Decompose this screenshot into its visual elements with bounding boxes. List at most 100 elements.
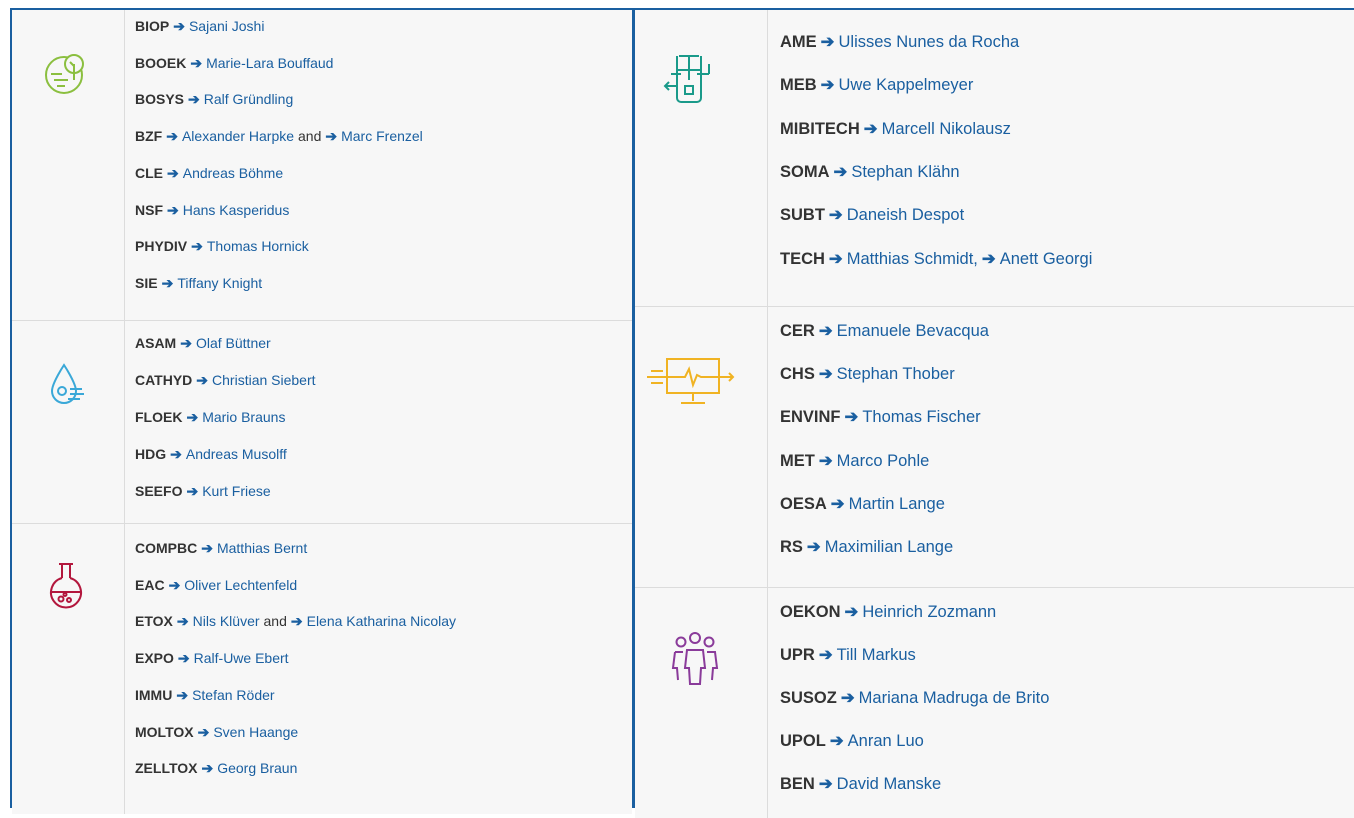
- contact-row: PHYDIV ➔ Thomas Hornick: [135, 238, 309, 255]
- contact-row: BOOEK ➔ Marie-Lara Bouffaud: [135, 55, 333, 72]
- bioreactor-icon: [663, 55, 710, 103]
- contact-link[interactable]: Kurt Friese: [202, 483, 270, 499]
- contact-link[interactable]: Stephan Klähn: [851, 163, 959, 181]
- department-code: ASAM: [135, 335, 177, 351]
- contact-link[interactable]: Thomas Hornick: [207, 238, 309, 254]
- arrow-right-icon: ➔: [863, 119, 878, 138]
- contact-row: FLOEK ➔ Mario Brauns: [135, 409, 285, 426]
- contact-link[interactable]: David Manske: [837, 775, 942, 793]
- contact-link[interactable]: Anett Georgi: [1000, 250, 1093, 268]
- arrow-right-icon: ➔: [833, 162, 848, 181]
- arrow-right-icon: ➔: [818, 646, 833, 664]
- contact-link[interactable]: Andreas Musolff: [186, 446, 287, 462]
- contact-link[interactable]: Matthias Bernt: [217, 540, 307, 556]
- contact-row: SUBT ➔ Daneish Despot: [780, 205, 964, 225]
- department-code: SOMA: [780, 162, 830, 181]
- contact-row: ZELLTOX ➔ Georg Braun: [135, 760, 297, 777]
- arrow-right-icon: ➔: [840, 689, 855, 707]
- contact-link[interactable]: Ralf Gründling: [204, 91, 294, 107]
- contact-link[interactable]: Stephan Thober: [837, 365, 955, 383]
- contact-link[interactable]: Marco Pohle: [837, 452, 930, 470]
- contact-link[interactable]: Sven Haange: [213, 724, 298, 740]
- contact-link[interactable]: Daneish Despot: [847, 206, 964, 224]
- contact-link[interactable]: Elena Katharina Nicolay: [307, 613, 456, 629]
- contact-link[interactable]: Andreas Böhme: [183, 165, 283, 181]
- group-climate: CER ➔ Emanuele Bevacqua CHS ➔ Stephan Thober E…: [635, 307, 1354, 587]
- contact-link[interactable]: Mariana Madruga de Brito: [859, 689, 1050, 707]
- arrow-right-icon: ➔: [806, 538, 821, 556]
- contact-row: ETOX ➔ Nils Klüver and ➔ Elena Katharina Nico…: [135, 613, 456, 630]
- contact-row: EAC ➔ Oliver Lechtenfeld: [135, 577, 297, 594]
- department-code: ZELLTOX: [135, 760, 198, 777]
- group-plants: BIOP ➔ Sajani Joshi BOOEK ➔ Marie-Lara Bouffa…: [12, 10, 632, 320]
- contact-link[interactable]: Alexander Harpke: [182, 128, 294, 144]
- department-code: NSF: [135, 201, 163, 218]
- contact-link[interactable]: Tiffany Knight: [177, 275, 262, 291]
- contact-link[interactable]: Nils Klüver: [193, 613, 260, 629]
- contact-link[interactable]: Thomas Fischer: [862, 408, 980, 426]
- department-code: SUSOZ: [780, 689, 837, 707]
- contact-row: AME ➔ Ulisses Nunes da Rocha: [780, 32, 1019, 52]
- contact-link[interactable]: Georg Braun: [217, 760, 297, 776]
- arrow-right-icon: ➔: [844, 603, 859, 621]
- contact-link[interactable]: Marie-Lara Bouffaud: [206, 55, 333, 71]
- arrow-right-icon: ➔: [844, 408, 859, 427]
- department-code: RS: [780, 538, 803, 556]
- arrow-right-icon: ➔: [177, 650, 190, 667]
- contact-link[interactable]: Martin Lange: [849, 495, 945, 513]
- arrow-right-icon: ➔: [818, 775, 833, 793]
- department-code: BEN: [780, 775, 815, 793]
- people-group-icon: [671, 632, 719, 685]
- contact-row: NSF ➔ Hans Kasperidus: [135, 202, 289, 219]
- department-code: SEEFO: [135, 483, 183, 499]
- contact-link[interactable]: Stefan Röder: [192, 687, 275, 703]
- department-code: UPR: [780, 646, 815, 664]
- arrow-right-icon: ➔: [830, 494, 845, 513]
- contact-link[interactable]: Hans Kasperidus: [183, 202, 290, 218]
- arrow-right-icon: ➔: [191, 238, 203, 255]
- department-code: UPOL: [780, 732, 826, 750]
- contact-row: MIBITECH ➔ Marcell Nikolausz: [780, 119, 1011, 139]
- arrow-right-icon: ➔: [167, 201, 179, 218]
- contact-link[interactable]: Heinrich Zozmann: [862, 603, 996, 621]
- group-content-cell: ASAM ➔ Olaf Büttner CATHYD ➔ Christian Sieber…: [125, 321, 632, 523]
- contact-row: CLE ➔ Andreas Böhme: [135, 165, 283, 182]
- contact-link[interactable]: Ulisses Nunes da Rocha: [839, 33, 1020, 51]
- contact-link[interactable]: Oliver Lechtenfeld: [184, 577, 297, 593]
- group-icon-cell: [635, 588, 768, 818]
- contact-link[interactable]: Marc Frenzel: [341, 128, 423, 144]
- department-code: EAC: [135, 576, 165, 593]
- contact-link[interactable]: Uwe Kappelmeyer: [839, 76, 974, 94]
- contact-link[interactable]: Maximilian Lange: [825, 538, 953, 556]
- contact-link[interactable]: Matthias Schmidt,: [847, 250, 978, 268]
- department-code: BIOP: [135, 18, 170, 34]
- contact-link[interactable]: Ralf-Uwe Ebert: [194, 650, 289, 666]
- contact-link[interactable]: Emanuele Bevacqua: [837, 322, 989, 340]
- contact-row: UPR ➔ Till Markus: [780, 645, 916, 665]
- contact-link[interactable]: Marcell Nikolausz: [882, 120, 1011, 138]
- contact-row: OEKON ➔ Heinrich Zozmann: [780, 602, 996, 622]
- contact-row: SUSOZ ➔ Mariana Madruga de Brito: [780, 688, 1049, 708]
- arrow-right-icon: ➔: [829, 732, 844, 750]
- group-biotech: AME ➔ Ulisses Nunes da Rocha MEB ➔ Uwe Kappel…: [635, 10, 1354, 306]
- contact-row: BIOP ➔ Sajani Joshi: [135, 18, 264, 35]
- arrow-right-icon: ➔: [818, 451, 833, 470]
- contact-row: CHS ➔ Stephan Thober: [780, 364, 955, 384]
- contact-link[interactable]: Anran Luo: [848, 732, 924, 750]
- arrow-right-icon: ➔: [820, 33, 835, 51]
- group-content-cell: COMPBC ➔ Matthias Bernt EAC ➔ Oliver Lechtenf…: [125, 524, 632, 814]
- contact-row: ASAM ➔ Olaf Büttner: [135, 335, 271, 352]
- contact-row: SEEFO ➔ Kurt Friese: [135, 483, 271, 500]
- separator-text: and: [263, 613, 287, 630]
- contact-link[interactable]: Mario Brauns: [202, 409, 285, 425]
- arrow-right-icon: ➔: [290, 613, 303, 630]
- contact-link[interactable]: Christian Siebert: [212, 372, 316, 388]
- water-drop-icon: [50, 363, 84, 404]
- arrow-right-icon: ➔: [820, 76, 835, 95]
- group-water: ASAM ➔ Olaf Büttner CATHYD ➔ Christian Sieber…: [12, 321, 632, 523]
- contact-link[interactable]: Sajani Joshi: [189, 18, 265, 34]
- contact-link[interactable]: Till Markus: [837, 646, 916, 664]
- contact-row: OESA ➔ Martin Lange: [780, 494, 945, 514]
- contact-link[interactable]: Olaf Büttner: [196, 335, 271, 351]
- department-code: OESA: [780, 494, 827, 513]
